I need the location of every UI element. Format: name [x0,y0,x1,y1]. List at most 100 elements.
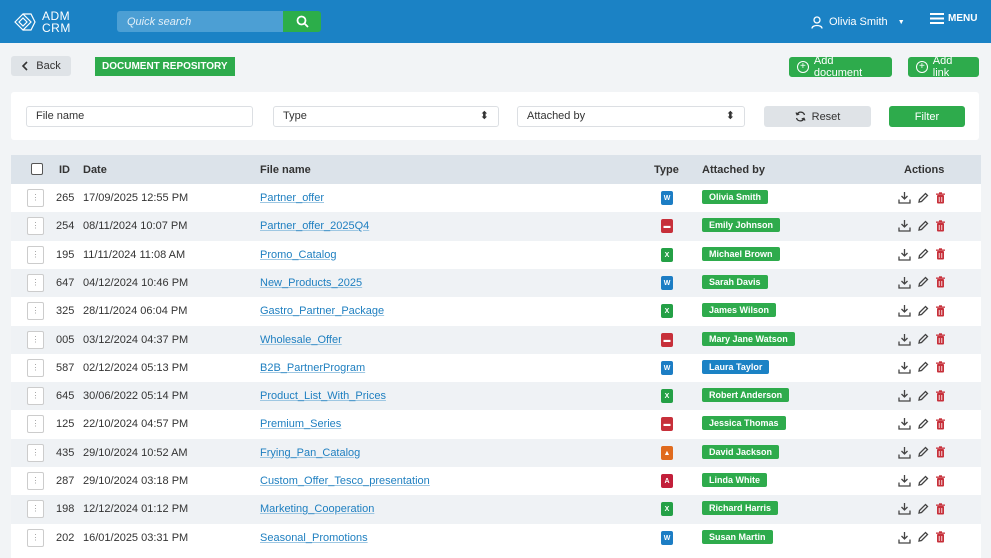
download-icon[interactable] [898,304,911,317]
file-name-link[interactable]: Gastro_Partner_Package [260,305,384,317]
edit-pencil-icon[interactable] [917,446,929,458]
download-icon[interactable] [898,248,911,261]
drag-handle-icon[interactable]: ⋮ [27,217,44,236]
drag-handle-icon[interactable]: ⋮ [27,189,44,207]
drag-handle-icon[interactable]: ⋮ [27,500,44,519]
trash-icon[interactable] [935,276,946,288]
filter-button[interactable]: Filter [889,106,965,127]
table-row[interactable]: ⋮ 645 30/06/2022 05:14 PM Product_List_With… [11,382,981,411]
trash-icon[interactable] [935,503,946,515]
attached-by-filter-select[interactable]: Attached by ⬍ [517,106,745,127]
user-menu[interactable]: Olivia Smith ▼ [811,13,905,31]
edit-pencil-icon[interactable] [917,192,929,204]
attached-by-badge[interactable]: Robert Anderson [702,388,790,403]
attached-by-badge[interactable]: James Wilson [702,303,776,318]
edit-pencil-icon[interactable] [917,333,929,345]
app-logo[interactable]: ADM CRM [12,8,102,36]
drag-handle-icon[interactable]: ⋮ [27,245,44,264]
download-icon[interactable] [898,446,911,459]
file-name-link[interactable]: Promo_Catalog [260,249,336,261]
edit-pencil-icon[interactable] [917,503,929,515]
file-name-link[interactable]: Seasonal_Promotions [260,532,368,544]
attached-by-badge[interactable]: Sarah Davis [702,274,768,289]
trash-icon[interactable] [935,531,946,543]
attached-by-badge[interactable]: Susan Martin [702,529,773,544]
table-row[interactable]: ⋮ 254 08/11/2024 10:07 PM Partner_offer_202… [11,212,981,241]
table-row[interactable]: ⋮ 587 02/12/2024 05:13 PM B2B_PartnerProgra… [11,354,981,382]
table-row[interactable]: ⋮ 287 29/10/2024 03:18 PM Custom_Offer_Tesc… [11,467,981,495]
download-icon[interactable] [898,361,911,374]
trash-icon[interactable] [935,418,946,430]
download-icon[interactable] [898,502,911,515]
drag-handle-icon[interactable]: ⋮ [27,387,44,406]
edit-pencil-icon[interactable] [917,276,929,288]
drag-handle-icon[interactable]: ⋮ [27,273,44,292]
header-id[interactable]: ID [59,164,70,176]
trash-icon[interactable] [935,474,946,487]
attached-by-badge[interactable]: Linda White [702,473,767,487]
edit-pencil-icon[interactable] [917,305,929,317]
table-row[interactable]: ⋮ 325 28/11/2024 06:04 PM Gastro_Partner_Pa… [11,297,981,325]
header-date[interactable]: Date [83,164,107,176]
table-row[interactable]: ⋮ 647 04/12/2024 10:46 PM New_Products_2025… [11,268,981,298]
file-name-link[interactable]: Premium_Series [260,418,341,430]
attached-by-badge[interactable]: Olivia Smith [702,190,769,204]
table-row[interactable]: ⋮ 435 29/10/2024 10:52 AM Frying_Pan_Catalo… [11,438,981,467]
download-icon[interactable] [898,474,911,487]
attached-by-badge[interactable]: Emily Johnson [702,218,781,233]
attached-by-badge[interactable]: Jessica Thomas [702,416,786,431]
menu-button[interactable]: MENU [930,13,977,24]
header-attached-by[interactable]: Attached by [702,164,765,176]
trash-icon[interactable] [935,446,946,458]
back-button[interactable]: Back [11,56,71,76]
trash-icon[interactable] [935,333,946,345]
attached-by-badge[interactable]: Michael Brown [702,246,780,261]
table-row[interactable]: ⋮ 198 12/12/2024 01:12 PM Marketing_Coopera… [11,495,981,524]
file-name-link[interactable]: Wholesale_Offer [260,334,342,346]
table-row[interactable]: ⋮ 202 16/01/2025 03:31 PM Seasonal_Promotio… [11,524,981,552]
attached-by-badge[interactable]: Laura Taylor [702,359,770,374]
attached-by-badge[interactable]: Mary Jane Watson [702,331,795,346]
download-icon[interactable] [898,417,911,431]
trash-icon[interactable] [935,304,946,317]
edit-pencil-icon[interactable] [917,418,929,430]
file-name-link[interactable]: Product_List_With_Prices [260,390,386,402]
type-filter-select[interactable]: Type ⬍ [273,106,499,127]
header-type[interactable]: Type [654,164,679,176]
trash-icon[interactable] [935,248,946,260]
drag-handle-icon[interactable]: ⋮ [27,443,44,462]
search-input[interactable] [117,11,285,32]
download-icon[interactable] [898,219,911,232]
edit-pencil-icon[interactable] [917,361,929,373]
trash-icon[interactable] [935,220,946,232]
trash-icon[interactable] [935,389,946,402]
download-icon[interactable] [898,191,911,204]
file-name-link[interactable]: Custom_Offer_Tesco_presentation [260,475,430,487]
drag-handle-icon[interactable]: ⋮ [27,358,44,377]
file-name-link[interactable]: Frying_Pan_Catalog [260,447,360,459]
drag-handle-icon[interactable]: ⋮ [27,472,44,490]
edit-pencil-icon[interactable] [917,390,929,402]
file-name-link[interactable]: Marketing_Cooperation [260,503,374,515]
trash-icon[interactable] [935,361,946,373]
file-name-filter-input[interactable]: File name [26,106,253,127]
attached-by-badge[interactable]: Richard Harris [702,501,779,516]
file-name-link[interactable]: Partner_offer [260,192,324,204]
edit-pencil-icon[interactable] [917,220,929,232]
edit-pencil-icon[interactable] [917,475,929,487]
select-all-checkbox[interactable] [31,163,43,175]
download-icon[interactable] [898,389,911,402]
download-icon[interactable] [898,333,911,346]
table-row[interactable]: ⋮ 265 17/09/2025 12:55 PM Partner_offer W Oli… [11,184,981,212]
download-icon[interactable] [898,531,911,544]
table-row[interactable]: ⋮ 195 11/11/2024 11:08 AM Promo_Catalog X Mic… [11,241,981,269]
drag-handle-icon[interactable]: ⋮ [27,415,44,434]
table-row[interactable]: ⋮ 005 03/12/2024 04:37 PM Wholesale_Offer ▬ M… [11,325,981,354]
file-name-link[interactable]: B2B_PartnerProgram [260,362,365,374]
file-name-link[interactable]: New_Products_2025 [260,277,362,289]
trash-icon[interactable] [935,191,946,204]
table-row[interactable]: ⋮ 125 22/10/2024 04:57 PM Premium_Series ▬ Je… [11,410,981,438]
search-button[interactable] [283,11,321,32]
add-link-button[interactable]: + Add link [908,55,979,79]
edit-pencil-icon[interactable] [917,531,929,543]
